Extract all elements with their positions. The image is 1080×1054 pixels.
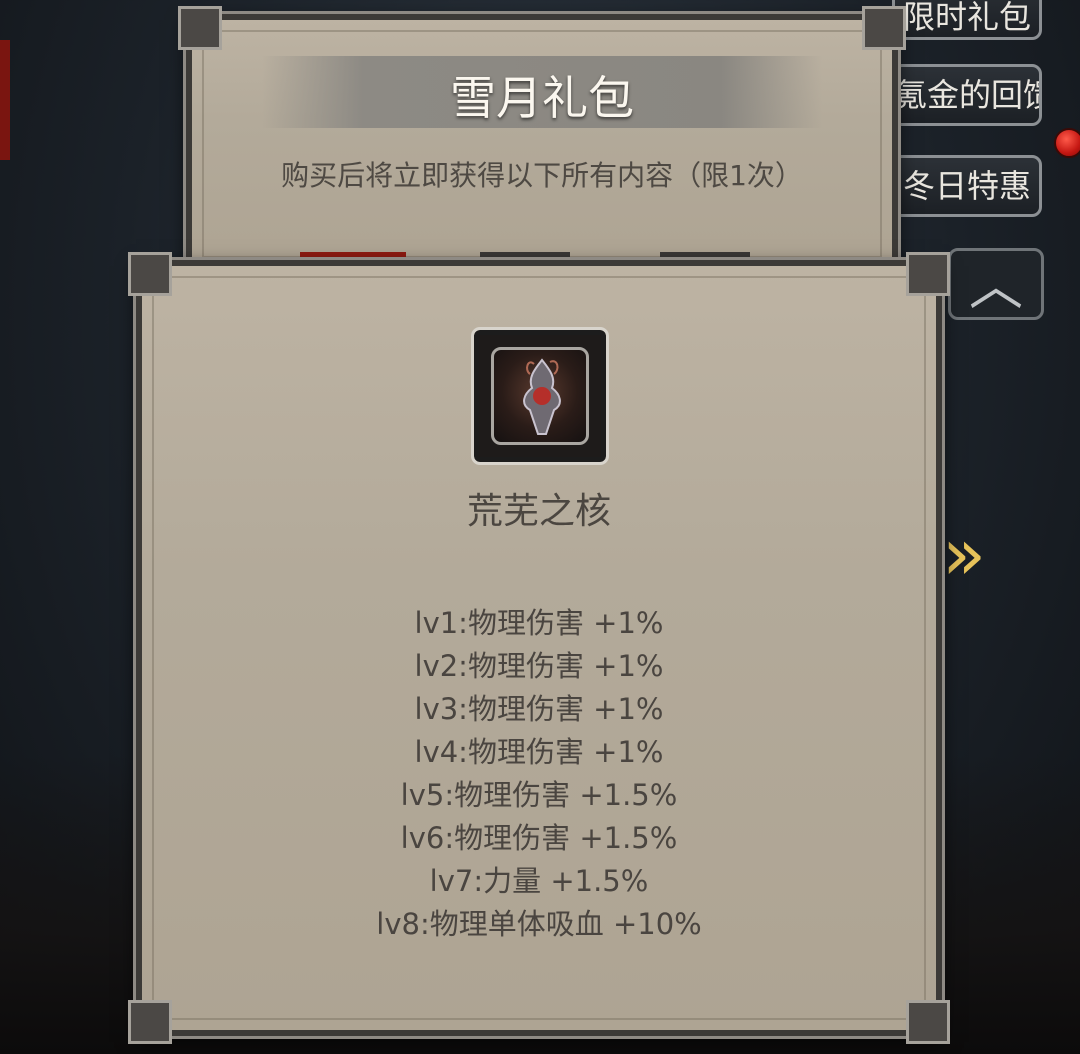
notification-dot (1054, 128, 1080, 158)
item-detail-panel: 荒芜之核 lv1:物理伤害 +1% lv2:物理伤害 +1% lv3:物理伤害 … (128, 252, 950, 1044)
attribute-list: lv1:物理伤害 +1% lv2:物理伤害 +1% lv3:物理伤害 +1% l… (142, 602, 936, 946)
pack-subtitle: 购买后将立即获得以下所有内容（限1次） (281, 159, 803, 192)
side-menu-label: 限时礼包 (902, 0, 1031, 36)
attribute-line: lv1:物理伤害 +1% (414, 606, 664, 640)
chevron-up-icon: ︿ (969, 254, 1023, 317)
panel-corner (128, 252, 172, 296)
attribute-line: lv2:物理伤害 +1% (414, 649, 664, 683)
attribute-line: lv8:物理单体吸血 +10% (376, 907, 702, 941)
panel-corner (906, 1000, 950, 1044)
side-menu-limited-pack[interactable]: 限时礼包 (892, 0, 1042, 40)
core-relic-icon (491, 347, 589, 445)
next-arrow-icon[interactable]: » (942, 512, 986, 596)
side-menu-rewards[interactable]: 氪金的回馈 (892, 64, 1042, 126)
side-menu-winter-deal[interactable]: 冬日特惠 (892, 155, 1042, 217)
attribute-line: lv7:力量 +1.5% (429, 864, 649, 898)
panel-corner (906, 252, 950, 296)
side-menu-label: 氪金的回馈 (895, 76, 1042, 114)
side-menu-label: 冬日特惠 (902, 167, 1031, 205)
attribute-line: lv3:物理伤害 +1% (414, 692, 664, 726)
attribute-line: lv5:物理伤害 +1.5% (400, 778, 678, 812)
background-decoration (0, 40, 10, 160)
panel-corner (178, 6, 222, 50)
pack-title: 雪月礼包 (450, 71, 634, 125)
item-name: 荒芜之核 (466, 491, 611, 532)
attribute-line: lv4:物理伤害 +1% (414, 735, 664, 769)
item-icon-frame (471, 327, 609, 465)
panel-corner (862, 6, 906, 50)
pack-panel: 雪月礼包 购买后将立即获得以下所有内容（限1次） (178, 6, 906, 274)
panel-corner (128, 1000, 172, 1044)
collapse-menu-button[interactable]: ︿ (948, 248, 1044, 320)
attribute-line: lv6:物理伤害 +1.5% (400, 821, 678, 855)
